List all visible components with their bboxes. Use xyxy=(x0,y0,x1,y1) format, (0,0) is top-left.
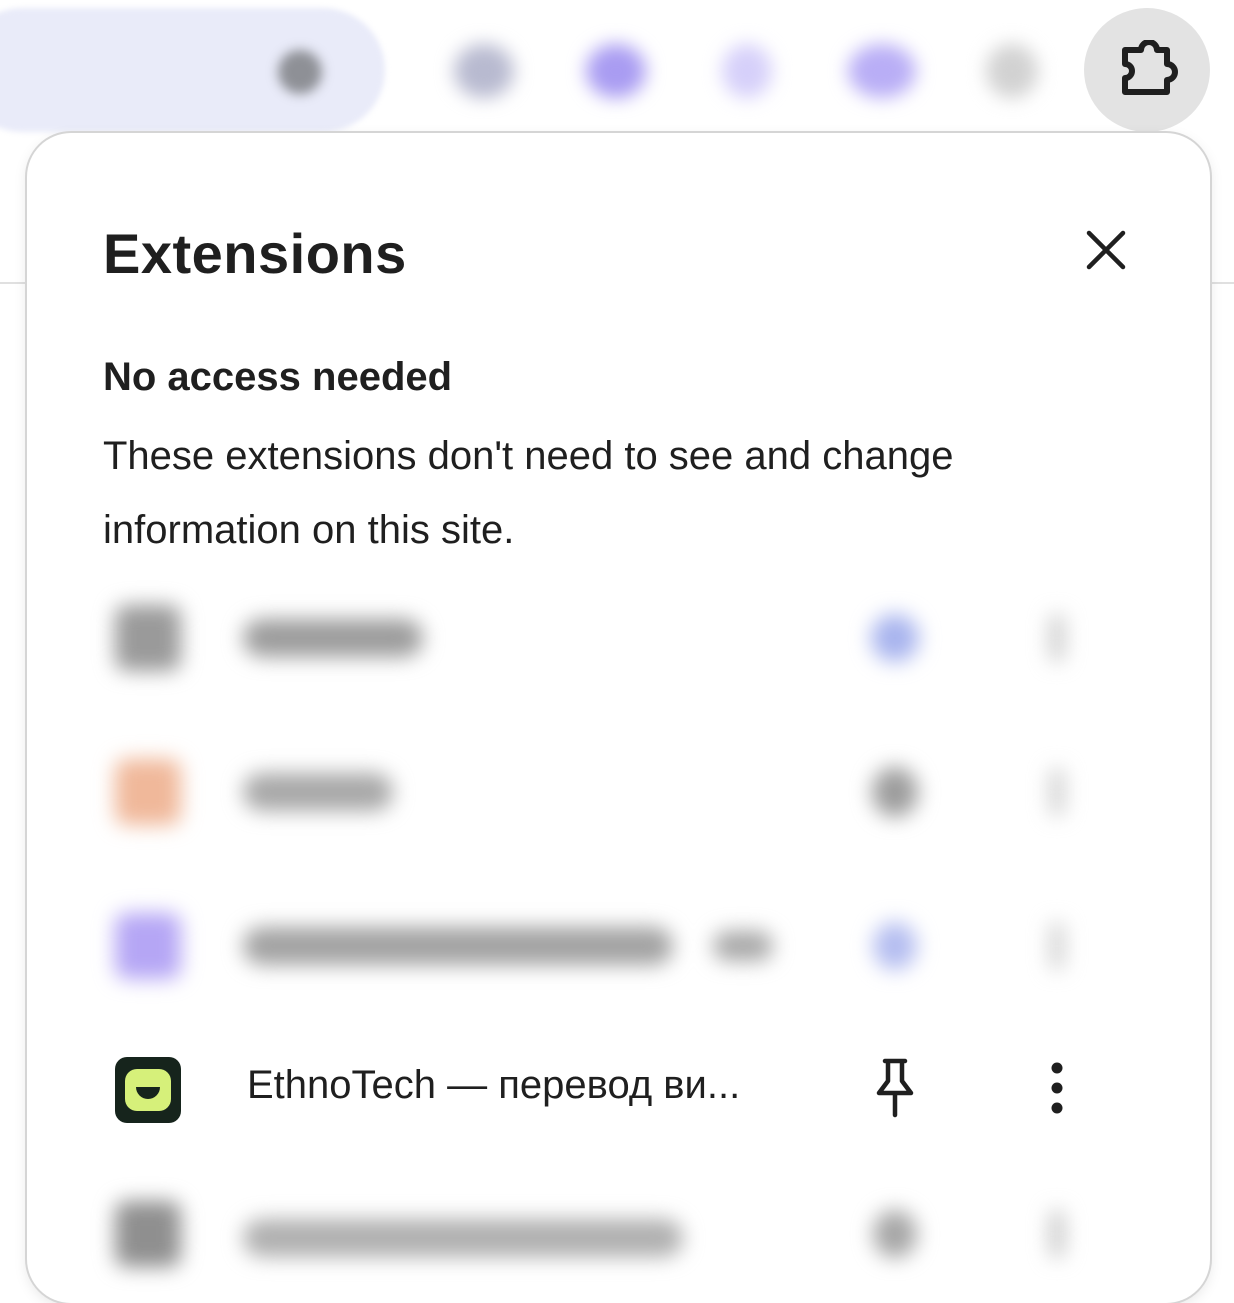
extension-name-placeholder xyxy=(243,773,393,811)
more-options-button[interactable] xyxy=(1029,761,1085,823)
pin-icon xyxy=(876,1058,914,1118)
address-bar-icon[interactable] xyxy=(278,50,322,94)
extensions-button[interactable] xyxy=(1084,8,1210,132)
more-options-button[interactable] xyxy=(1029,915,1085,977)
extension-name-placeholder xyxy=(243,619,423,657)
browser-toolbar xyxy=(0,0,1234,140)
toolbar-extension-icon-5[interactable] xyxy=(986,44,1038,98)
pin-button[interactable] xyxy=(865,761,925,823)
toolbar-extension-icon-2[interactable] xyxy=(586,44,646,98)
ethnotech-face-icon xyxy=(125,1069,171,1111)
pin-icon xyxy=(871,614,919,662)
extension-name: EthnoTech — перевод ви... xyxy=(247,1063,741,1107)
pin-icon xyxy=(873,1210,917,1258)
extension-row-1[interactable] xyxy=(103,583,1143,693)
more-icon xyxy=(1050,1210,1064,1258)
extension-row-5[interactable] xyxy=(103,1179,1143,1289)
ethnotech-logo-icon xyxy=(115,1057,181,1123)
more-vert-icon xyxy=(1051,1062,1063,1114)
toolbar-extension-icon-4[interactable] xyxy=(848,44,916,98)
extensions-popup: Extensions No access needed These extens… xyxy=(27,133,1210,1303)
pin-icon xyxy=(872,767,918,817)
extension-row-3[interactable] xyxy=(103,891,1143,1001)
more-options-button[interactable] xyxy=(1029,607,1085,669)
address-bar[interactable] xyxy=(0,8,385,132)
toolbar-extension-icon-3[interactable] xyxy=(722,44,772,98)
more-icon xyxy=(1050,614,1064,662)
puzzle-icon xyxy=(1122,40,1178,95)
extension-row-ethnotech[interactable]: EthnoTech — перевод ви... xyxy=(103,1033,1143,1143)
section-title: No access needed xyxy=(103,355,453,399)
extension-icon xyxy=(115,759,181,825)
section-description: These extensions don't need to see and c… xyxy=(103,434,954,552)
extension-name-suffix-placeholder xyxy=(713,931,773,961)
more-options-button[interactable] xyxy=(1029,1203,1085,1265)
extension-name-placeholder xyxy=(243,927,673,965)
close-icon xyxy=(1086,230,1126,270)
pin-button[interactable] xyxy=(865,1203,925,1265)
close-button[interactable] xyxy=(1073,217,1139,283)
extension-icon xyxy=(115,913,181,979)
more-options-button[interactable] xyxy=(1029,1057,1085,1119)
toolbar-extension-icon-1[interactable] xyxy=(454,44,514,98)
pin-button[interactable] xyxy=(865,915,925,977)
popup-title: Extensions xyxy=(103,222,407,285)
extension-row-2[interactable] xyxy=(103,737,1143,847)
extension-name-placeholder xyxy=(243,1219,683,1257)
extension-icon xyxy=(115,605,181,671)
more-icon xyxy=(1050,922,1064,970)
extension-icon xyxy=(115,1201,181,1267)
pin-icon xyxy=(873,922,917,970)
pin-button[interactable] xyxy=(865,607,925,669)
more-icon xyxy=(1050,768,1064,816)
pin-button[interactable] xyxy=(865,1057,925,1119)
